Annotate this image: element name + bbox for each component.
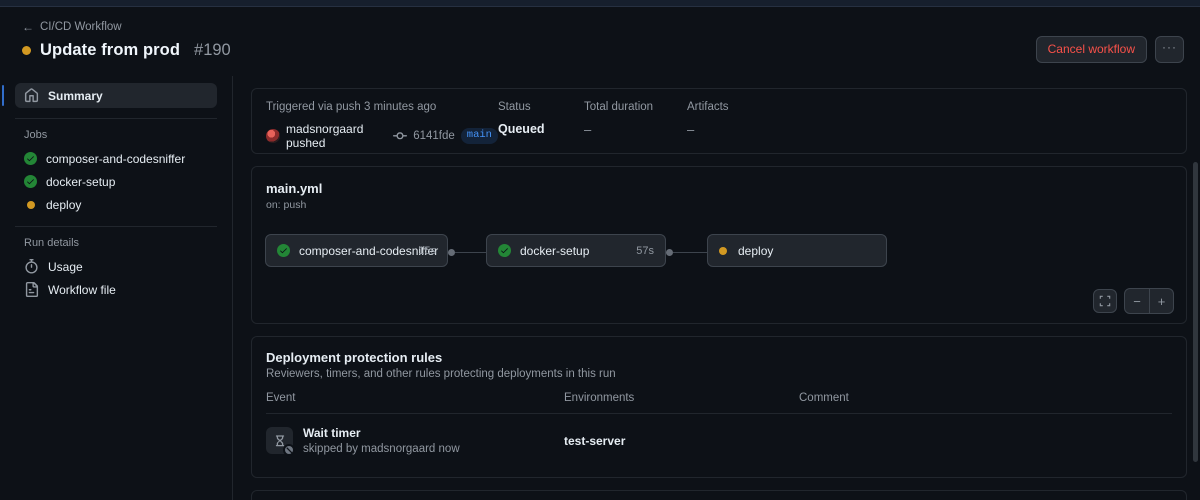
pending-dot-icon <box>22 46 31 55</box>
run-number-text: #190 <box>194 41 231 59</box>
breadcrumb: ← CI/CD Workflow <box>22 21 122 33</box>
graph-node-duration: 57s <box>636 244 654 257</box>
artifacts-column: Artifacts – <box>687 101 729 150</box>
environment-name[interactable]: test-server <box>564 434 625 448</box>
more-options-button[interactable]: ··· <box>1155 36 1184 63</box>
column-header-environments: Environments <box>564 392 635 404</box>
sidebar-job-label: deploy <box>46 197 82 212</box>
event-meta: skipped by madsnorgaard now <box>303 443 460 455</box>
run-title-text: Update from prod <box>40 41 181 59</box>
zoom-out-button[interactable]: − <box>1125 289 1149 313</box>
scrollbar-thumb[interactable] <box>1193 162 1198 462</box>
commit-sha[interactable]: 6141fde <box>413 130 455 142</box>
check-circle-icon <box>24 152 37 165</box>
check-circle-icon <box>24 175 37 188</box>
main-content: Triggered via push 3 minutes ago madsnor… <box>233 76 1200 500</box>
check-circle-icon <box>277 244 290 257</box>
breadcrumb-workflow-link[interactable]: CI/CD Workflow <box>40 21 122 33</box>
skip-icon <box>283 444 295 456</box>
workflow-trigger-text: on: push <box>266 199 307 211</box>
status-column: Status Queued <box>498 101 584 150</box>
page-title: Update from prod #190 <box>22 41 231 60</box>
branch-badge[interactable]: main <box>460 128 498 144</box>
sidebar-run-detail-label: Usage <box>48 259 83 274</box>
graph-node-docker-setup[interactable]: docker-setup 57s <box>486 234 666 267</box>
duration-column: Total duration – <box>584 101 687 150</box>
table-header: Event Environments Comment <box>266 392 1172 414</box>
home-icon <box>24 88 39 103</box>
zoom-in-button[interactable]: + <box>1149 289 1173 313</box>
graph-node-deploy[interactable]: deploy <box>707 234 887 267</box>
zoom-button-group: − + <box>1124 288 1174 314</box>
sidebar-item-summary[interactable]: Summary <box>2 83 217 108</box>
column-header-event: Event <box>266 392 296 404</box>
fit-screen-icon[interactable] <box>1093 289 1117 313</box>
workflow-file-icon <box>24 282 39 297</box>
arrow-left-icon: ← <box>22 20 34 34</box>
table-row: Wait timer skipped by madsnorgaard now t… <box>266 414 1172 456</box>
sidebar: Summary Jobs composer-and-codesniffer do… <box>0 76 233 500</box>
rules-table: Event Environments Comment Wait timer sk… <box>266 392 1172 456</box>
sidebar-job-label: composer-and-codesniffer <box>46 151 186 166</box>
avatar <box>266 129 280 143</box>
event-name: Wait timer <box>303 426 361 440</box>
graph-port-out-1 <box>448 249 455 256</box>
deployment-protection-rules-card: Deployment protection rules Reviewers, t… <box>251 336 1187 478</box>
graph-zoom-controls: − + <box>1093 288 1174 314</box>
workflow-graph[interactable]: composer-and-codesniffer 15s docker-setu… <box>252 224 1186 294</box>
stopwatch-icon <box>24 259 39 274</box>
workflow-run-page: ← CI/CD Workflow Update from prod #190 C… <box>0 0 1200 500</box>
sidebar-item-label: Summary <box>48 88 103 103</box>
graph-node-duration: 15s <box>418 244 436 257</box>
sidebar-section-jobs: Jobs <box>24 129 48 141</box>
workflow-graph-card: main.yml on: push composer-and-codesniff… <box>251 166 1187 324</box>
event-icon-wrapper <box>266 427 295 456</box>
column-header-comment: Comment <box>799 392 849 404</box>
graph-node-composer-and-codesniffer[interactable]: composer-and-codesniffer 15s <box>265 234 448 267</box>
header-actions: Cancel workflow ··· <box>1035 36 1184 63</box>
sidebar-job-label: docker-setup <box>46 174 116 189</box>
page-header: ← CI/CD Workflow Update from prod #190 C… <box>0 7 1200 76</box>
graph-port-out-2 <box>666 249 673 256</box>
status-value: Queued <box>498 122 545 136</box>
graph-node-label: docker-setup <box>520 243 590 258</box>
artifacts-value: – <box>687 122 695 137</box>
graph-node-label: deploy <box>738 243 774 258</box>
git-commit-icon <box>393 129 408 143</box>
run-summary-card: Triggered via push 3 minutes ago madsnor… <box>251 88 1187 154</box>
cancel-workflow-button[interactable]: Cancel workflow <box>1035 36 1147 63</box>
pending-dot-icon <box>719 246 729 255</box>
workflow-file-name: main.yml <box>266 181 323 196</box>
trigger-column: Triggered via push 3 minutes ago madsnor… <box>266 101 498 150</box>
sidebar-item-composer-and-codesniffer[interactable]: composer-and-codesniffer <box>15 147 217 170</box>
browser-chrome-strip <box>0 0 1200 7</box>
sidebar-item-docker-setup[interactable]: docker-setup <box>15 170 217 193</box>
sidebar-item-deploy[interactable]: deploy <box>15 193 217 216</box>
trigger-label: Triggered via push 3 minutes ago <box>266 101 437 113</box>
pending-dot-icon <box>27 200 35 209</box>
check-circle-icon <box>498 244 511 257</box>
sidebar-run-detail-label: Workflow file <box>48 282 116 297</box>
scrollbar-track[interactable] <box>1191 76 1200 500</box>
actor-text: madsnorgaard pushed <box>286 122 364 150</box>
duration-label: Total duration <box>584 101 654 113</box>
status-label: Status <box>498 101 531 113</box>
sidebar-item-usage[interactable]: Usage <box>15 255 217 278</box>
rules-subtitle: Reviewers, timers, and other rules prote… <box>266 368 616 380</box>
sidebar-section-run-details: Run details <box>24 237 80 249</box>
sidebar-item-workflow-file[interactable]: Workflow file <box>15 278 217 301</box>
rules-title: Deployment protection rules <box>266 350 443 365</box>
next-section-card-partial <box>251 490 1187 500</box>
artifacts-label: Artifacts <box>687 101 729 113</box>
duration-value: – <box>584 122 592 137</box>
